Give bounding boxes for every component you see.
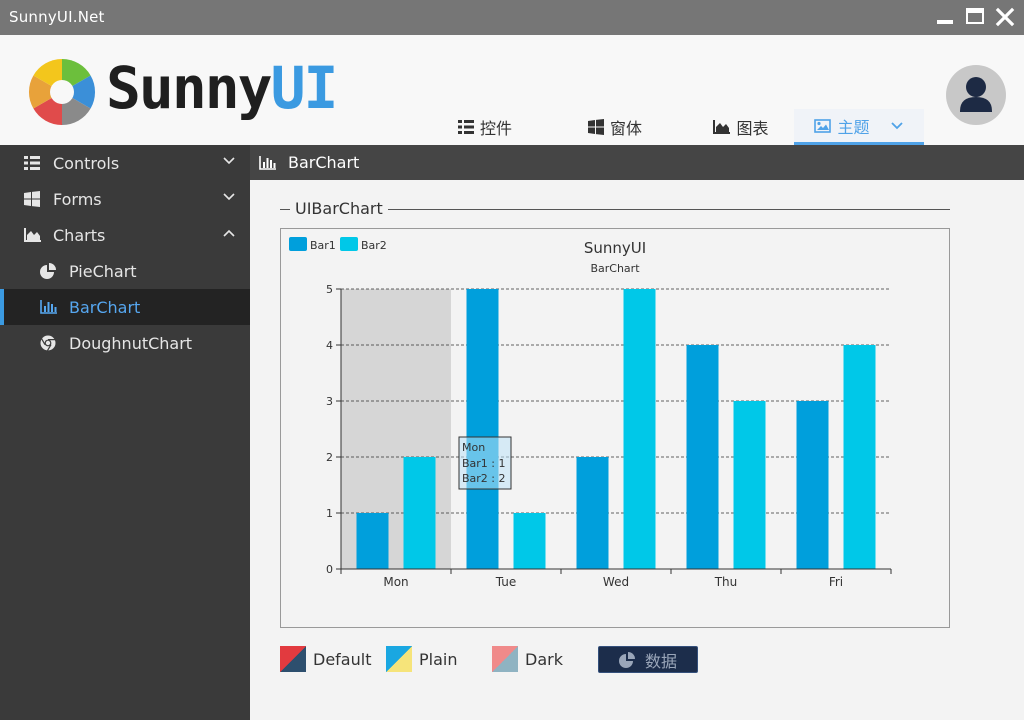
- sidebar-item-charts[interactable]: Charts: [0, 217, 250, 253]
- sidebar-item-label: Forms: [53, 189, 102, 209]
- chevron-down-icon: [890, 121, 903, 129]
- sidebar: Controls Forms Charts PieChart BarChart …: [0, 145, 250, 720]
- y-tick-label: 3: [326, 395, 333, 408]
- pie-chart-icon: [618, 651, 635, 668]
- style-plain-button[interactable]: Plain: [386, 644, 457, 674]
- bar: [576, 457, 609, 569]
- sidebar-item-label: Charts: [53, 225, 106, 245]
- bar-chart-icon: [259, 155, 276, 170]
- chevron-down-icon: [223, 157, 235, 165]
- sidebar-item-label: Controls: [53, 153, 120, 173]
- bar: [733, 401, 766, 569]
- sidebar-item-barchart[interactable]: BarChart: [0, 289, 250, 325]
- tab-charts[interactable]: 图表: [676, 109, 806, 145]
- windows-icon: [587, 119, 604, 135]
- style-default-button[interactable]: Default: [280, 644, 371, 674]
- y-tick-label: 0: [326, 563, 333, 576]
- y-tick-label: 2: [326, 451, 333, 464]
- sidebar-item-piechart[interactable]: PieChart: [0, 253, 250, 289]
- close-button[interactable]: [994, 6, 1016, 28]
- page-header: BarChart: [250, 145, 1024, 180]
- area-chart-icon: [713, 120, 731, 134]
- tooltip-title: Mon: [462, 441, 485, 454]
- title-bar: SunnyUI.Net: [0, 0, 1024, 35]
- x-tick-label: Fri: [829, 575, 843, 589]
- logo-text: SunnyUI: [106, 54, 338, 122]
- style-default-swatch-icon: [280, 646, 306, 672]
- sidebar-item-label: PieChart: [69, 261, 137, 281]
- sidebar-item-label: BarChart: [69, 297, 141, 317]
- bar: [623, 289, 656, 569]
- maximize-icon: [966, 8, 984, 24]
- chart-subtitle: BarChart: [590, 262, 640, 275]
- close-icon: [995, 7, 1015, 27]
- minimize-button[interactable]: [934, 6, 956, 28]
- bar-chart-panel[interactable]: 0 1 2 3 4 5 Mon Tue Wed Thu Fri SunnyUI BarChart Bar1…: [280, 228, 950, 628]
- x-tick-label: Wed: [603, 575, 629, 589]
- bar: [403, 457, 436, 569]
- tooltip-line: Bar1 : 1: [462, 457, 506, 470]
- chevron-down-icon: [223, 193, 235, 201]
- header: SunnyUI 控件 窗体 图表 主题: [0, 35, 1024, 145]
- sidebar-item-controls[interactable]: Controls: [0, 145, 250, 181]
- list-icon: [24, 156, 40, 170]
- tab-forms[interactable]: 窗体: [550, 109, 680, 145]
- data-button[interactable]: 数据: [598, 646, 698, 673]
- x-tick-label: Thu: [714, 575, 738, 589]
- pie-chart-icon: [40, 263, 56, 279]
- bar: [843, 345, 876, 569]
- legend-label: Bar1: [310, 239, 336, 252]
- tab-controls[interactable]: 控件: [420, 109, 550, 145]
- tooltip-line: Bar2 : 2: [462, 472, 506, 485]
- y-tick-label: 5: [326, 283, 333, 296]
- sidebar-item-label: DoughnutChart: [69, 333, 193, 353]
- page-title: BarChart: [288, 153, 360, 172]
- style-dark-button[interactable]: Dark: [492, 644, 563, 674]
- chrome-icon: [40, 335, 56, 351]
- bar: [356, 513, 389, 569]
- area-chart-icon: [23, 228, 41, 242]
- minimize-icon: [937, 20, 953, 24]
- x-tick-label: Mon: [383, 575, 408, 589]
- x-tick-label: Tue: [495, 575, 517, 589]
- y-tick-label: 4: [326, 339, 333, 352]
- chart-title: SunnyUI: [584, 239, 646, 257]
- bar: [686, 345, 719, 569]
- windows-icon: [24, 191, 40, 207]
- image-icon: [814, 118, 832, 133]
- group-title: UIBarChart: [290, 199, 388, 218]
- maximize-button[interactable]: [964, 6, 986, 28]
- legend-swatch: [289, 237, 307, 251]
- sidebar-item-forms[interactable]: Forms: [0, 181, 250, 217]
- legend-swatch: [340, 237, 358, 251]
- window-title: SunnyUI.Net: [9, 8, 105, 26]
- bar: [466, 289, 499, 569]
- style-plain-swatch-icon: [386, 646, 412, 672]
- chevron-up-icon: [223, 229, 235, 237]
- sidebar-item-doughnutchart[interactable]: DoughnutChart: [0, 325, 250, 361]
- sunnyui-logo-icon: [28, 58, 96, 126]
- y-tick-label: 1: [326, 507, 333, 520]
- avatar[interactable]: [946, 65, 1006, 125]
- bar-chart[interactable]: 0 1 2 3 4 5 Mon Tue Wed Thu Fri SunnyUI BarChart Bar1…: [281, 229, 949, 627]
- style-dark-swatch-icon: [492, 646, 518, 672]
- list-icon: [457, 120, 474, 134]
- bar-chart-icon: [39, 300, 57, 314]
- bar: [796, 401, 829, 569]
- bar: [513, 513, 546, 569]
- user-icon: [960, 77, 992, 112]
- legend-label: Bar2: [361, 239, 387, 252]
- tab-theme[interactable]: 主题: [794, 109, 924, 145]
